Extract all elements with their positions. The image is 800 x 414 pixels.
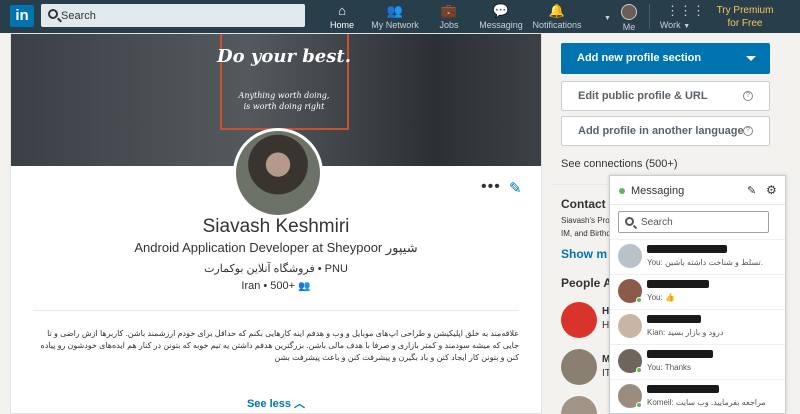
compose-icon[interactable]: ✎ [747,184,756,197]
nav-jobs[interactable]: 💼 Jobs [431,0,467,33]
try-premium-link[interactable]: Try Premium for Free [700,4,790,30]
nav-me[interactable]: Me ▼ [604,0,646,33]
redacted-name [647,280,709,288]
messaging-icon: 💬 [492,3,510,18]
avatar[interactable] [561,302,597,338]
search-input[interactable] [61,6,301,25]
help-icon[interactable]: ? [743,91,753,101]
connections-icon[interactable]: 👥 [298,281,310,292]
conversation-preview: You: 👍 [647,293,675,302]
conversation-preview: Komeil: مراجعه بفرمایید. وب سایت [647,398,766,407]
profile-name: Siavash Keshmiri [202,216,350,237]
conversation-item[interactable]: You: تسلط و شناخت داشته باشین. [610,239,785,272]
premium-line-2: for Free [727,18,763,29]
show-more-link[interactable]: Show m [561,247,607,261]
redacted-name [647,245,727,253]
avatar[interactable] [561,396,597,414]
network-icon: 👥 [386,3,404,18]
gear-icon[interactable]: ⚙ [766,183,777,197]
grid-icon: ⋮⋮⋮ [666,3,705,18]
add-language-profile-button[interactable]: Add profile in another language ? [561,116,770,146]
location-connections-text: Iran • 500+ [241,280,296,292]
profile-headline: Android Application Developer at Sheypoo… [134,240,418,255]
see-connections-link[interactable]: See connections (500+) [561,158,678,170]
nav-jobs-label: Jobs [439,20,459,30]
banner-subtitle: Anything worth doing, is worth doing rig… [216,90,352,112]
conversation-item[interactable]: Komeil: مراجعه بفرمایید. وب سایت [610,379,785,412]
profile-photo[interactable] [233,128,323,218]
messaging-search-input[interactable] [641,214,766,231]
add-profile-section-label: Add new profile section [577,52,702,64]
conversation-item[interactable]: You: Thanks [610,344,785,377]
premium-line-1: Try Premium [716,5,774,16]
edit-public-profile-label: Edit public profile & URL [578,90,708,102]
banner-sub-line-1: Anything worth doing, [238,91,330,100]
nav-my-network[interactable]: 👥 My Network [366,0,424,33]
avatar [621,4,637,20]
help-icon[interactable]: ? [743,126,753,136]
chevron-up-icon: ︿ [294,398,306,410]
bell-icon: 🔔 [548,3,566,18]
conversation-item[interactable]: You: 👍 [610,274,785,307]
nav-work-label: Work [659,20,681,30]
messaging-panel: Messaging ✎ ⚙ You: تسلط و شناخت داشته با… [609,175,786,414]
search-box[interactable] [41,4,305,27]
home-icon: ⌂ [338,3,346,18]
online-status-icon [619,188,625,194]
online-status-icon [636,402,642,408]
nav-my-network-label: My Network [371,20,419,30]
profile-card: Do your best. Anything worth doing, is w… [10,33,542,414]
nav-notifications[interactable]: 🔔 Notifications [529,0,585,33]
messaging-title: Messaging [631,185,685,197]
linkedin-logo[interactable]: in [10,5,34,27]
redacted-name [647,350,713,358]
nav-messaging-label: Messaging [479,20,523,30]
conversation-preview: You: Thanks [647,363,692,372]
nav-notifications-label: Notifications [532,20,582,30]
online-status-icon [636,297,642,303]
chevron-down-icon: ▼ [683,23,691,30]
add-profile-section-button[interactable]: Add new profile section [561,43,770,74]
divider [551,184,608,185]
nav-work[interactable]: ⋮⋮⋮ Work ▼ [658,0,705,33]
nav-home[interactable]: ⌂ Home [322,0,362,33]
search-icon [48,9,58,19]
nav-me-label: Me [622,22,636,32]
nav-messaging[interactable]: 💬 Messaging [477,0,525,33]
search-icon [625,217,634,226]
nav-home-label: Home [329,20,354,30]
pencil-icon[interactable]: ✎ [509,179,527,197]
messaging-search-box[interactable] [618,211,769,233]
divider [33,310,519,311]
nav-divider [649,4,650,29]
see-less-button[interactable]: See less ︿ [11,395,541,411]
redacted-name [647,315,701,323]
profile-summary: علاقه‌مند به خلق اپلیکیشن و طراحی اپ‌های… [40,329,519,362]
more-options-icon[interactable]: ••• [481,179,500,196]
see-less-label: See less [246,398,291,410]
top-nav: in ⌂ Home 👥 My Network 💼 Jobs 💬 Messagin… [0,0,800,33]
banner-sub-line-2: is worth doing right [243,102,325,111]
add-language-profile-label: Add profile in another language [578,125,744,137]
conversation-item[interactable]: Kian: درود و بازار بسید [610,309,785,342]
banner-title: Do your best. [217,46,351,67]
messaging-header[interactable]: Messaging ✎ ⚙ [610,176,785,205]
conversation-preview: Kian: درود و بازار بسید [647,328,724,337]
caret-down-icon [746,56,756,61]
avatar [618,244,642,268]
profile-location: Iran • 500+ 👥 [11,280,541,292]
jobs-icon: 💼 [440,3,458,18]
conversation-preview: You: تسلط و شناخت داشته باشین. [647,258,763,267]
redacted-name [647,385,719,393]
edit-public-profile-button[interactable]: Edit public profile & URL ? [561,81,770,111]
avatar[interactable] [561,349,597,385]
profile-company[interactable]: فروشگاه آنلاین بوکمارت • PNU [11,262,541,275]
avatar [618,314,642,338]
chevron-down-icon: ▼ [604,15,611,22]
online-status-icon [636,367,642,373]
